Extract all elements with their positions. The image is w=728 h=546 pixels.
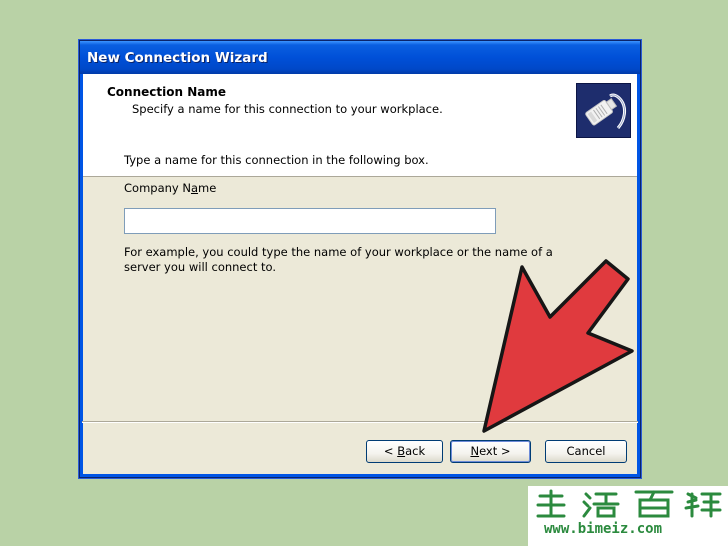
company-name-label-mnemonic: a [190, 181, 199, 195]
header-subtitle: Specify a name for this connection to yo… [132, 102, 443, 116]
title-bar[interactable]: New Connection Wizard [80, 41, 640, 74]
header-title: Connection Name [107, 85, 226, 99]
window-title: New Connection Wizard [87, 50, 268, 66]
red-pointer-arrow-icon [470, 253, 640, 438]
instruction-text: Type a name for this connection in the f… [124, 153, 429, 167]
back-button[interactable]: < Back [366, 440, 443, 463]
back-button-mnemonic: B [397, 444, 406, 458]
company-name-label: Company Name [124, 181, 216, 195]
back-button-rest: ack [405, 444, 426, 458]
watermark: www.bimeiz.com [528, 486, 728, 546]
next-button-rest: ext > [479, 444, 511, 458]
watermark-logo [536, 489, 722, 518]
watermark-url: www.bimeiz.com [544, 521, 663, 537]
next-button[interactable]: Next > [450, 440, 531, 463]
company-name-input[interactable] [124, 208, 496, 234]
company-name-label-part2: me [198, 181, 217, 195]
window-frame-bottom [80, 474, 640, 477]
network-plug-icon [576, 83, 631, 138]
back-button-prefix: < [383, 444, 398, 458]
next-button-mnemonic: N [470, 444, 480, 458]
company-name-label-part1: Company N [124, 181, 191, 195]
cancel-button[interactable]: Cancel [545, 440, 627, 463]
